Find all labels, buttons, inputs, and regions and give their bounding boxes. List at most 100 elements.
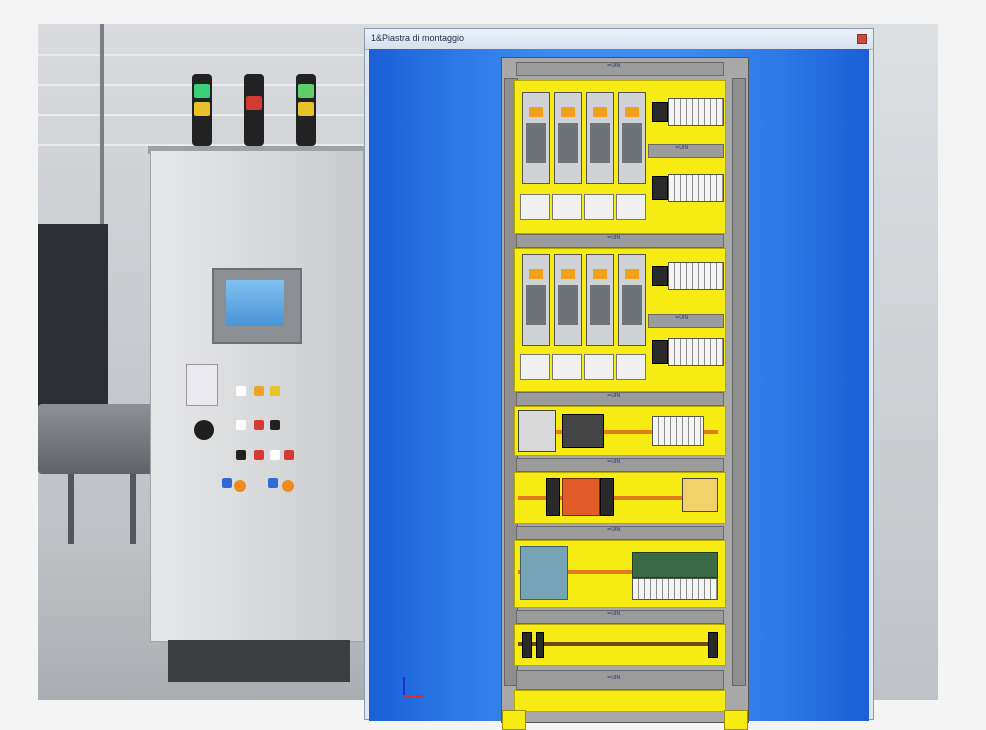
wire-duct: =UIN [516, 458, 724, 472]
duct-label: =UIN [607, 63, 621, 69]
red-beacon-icon [244, 74, 264, 146]
wire-duct: =UIN [516, 392, 724, 406]
end-stop [708, 632, 718, 658]
main-switch[interactable] [518, 410, 556, 452]
duct-label: =UIN [675, 315, 689, 321]
fuse-holder[interactable] [616, 354, 646, 380]
wire-duct: =UIN [516, 526, 724, 540]
fuse-holder[interactable] [520, 354, 550, 380]
contactor[interactable] [652, 340, 668, 364]
window-title: 1&Piastra di montaggio [371, 33, 465, 43]
black-pushbutton-icon [270, 420, 280, 430]
wire-duct: =UIN [516, 62, 724, 76]
black-pushbutton-icon [236, 450, 246, 460]
duct-label: =UIN [607, 235, 621, 241]
inverter-drive[interactable] [522, 92, 550, 184]
control-label-plate [186, 364, 218, 406]
terminal-block[interactable] [652, 416, 704, 446]
beacon-yellow-segment [298, 102, 314, 116]
duct-label: =UIN [607, 393, 621, 399]
electrical-cabinet [150, 150, 364, 642]
end-stop [522, 632, 532, 658]
hmi-screen [226, 280, 284, 326]
plc-io-module[interactable] [632, 552, 718, 578]
red-pushbutton-icon [284, 450, 294, 460]
inverter-drive[interactable] [586, 254, 614, 346]
circuit-breaker[interactable] [600, 478, 614, 516]
inverter-drive[interactable] [618, 92, 646, 184]
y-axis-icon [403, 677, 405, 697]
beacon-green-segment [194, 84, 210, 98]
orange-pushbutton-icon [254, 386, 264, 396]
window-titlebar[interactable]: 1&Piastra di montaggio [365, 29, 873, 50]
inverter-drive[interactable] [554, 92, 582, 184]
white-pushbutton-icon [236, 386, 246, 396]
contactor[interactable] [652, 176, 668, 200]
plate-foot [724, 710, 748, 730]
production-machine [38, 224, 108, 434]
fuse-holder[interactable] [552, 194, 582, 220]
duct-label: =UIN [607, 459, 621, 465]
inverter-drive[interactable] [586, 92, 614, 184]
mounting-plate[interactable]: =UIN =UIN =UIN =UIN =UIN =UIN =UIN =UIN … [501, 57, 749, 730]
fuse-holder[interactable] [520, 194, 550, 220]
conveyor-leg [68, 474, 74, 554]
fuse-holder[interactable] [584, 354, 614, 380]
wire-duct: =UIN [516, 670, 724, 690]
inverter-drive[interactable] [522, 254, 550, 346]
yellow-beacon-icon [296, 74, 316, 146]
contactor[interactable] [652, 102, 668, 122]
orange-mushroom-button-icon [282, 480, 294, 492]
plc-cpu[interactable] [520, 546, 568, 600]
fuse-holder[interactable] [584, 194, 614, 220]
yellow-pushbutton-icon [270, 386, 280, 396]
contactor[interactable] [652, 266, 668, 286]
duct-label: =UIN [607, 527, 621, 533]
selector-knob-icon [194, 420, 214, 440]
duct-label: =UIN [675, 145, 689, 151]
red-pushbutton-icon [254, 420, 264, 430]
wire-duct: =UIN [516, 234, 724, 248]
drawing-canvas[interactable]: =UIN =UIN =UIN =UIN =UIN =UIN =UIN =UIN … [369, 49, 869, 730]
power-supply[interactable] [562, 414, 604, 448]
inverter-drive[interactable] [618, 254, 646, 346]
safety-relay[interactable] [562, 478, 600, 516]
white-pushbutton-icon [270, 450, 280, 460]
cabinet-plinth [168, 640, 350, 682]
beacon-green-segment [298, 84, 314, 98]
close-icon[interactable] [857, 34, 867, 44]
component-zone[interactable] [514, 690, 726, 712]
ceiling-line [38, 54, 368, 56]
duct-label: =UIN [607, 611, 621, 617]
end-stop [536, 632, 544, 658]
conveyor-leg [130, 474, 136, 554]
wire-duct: =UIN [648, 144, 724, 158]
conveyor [38, 404, 168, 474]
red-pushbutton-icon [254, 450, 264, 460]
beacon-yellow-segment [194, 102, 210, 116]
duct-label: =UIN [607, 675, 621, 681]
green-yellow-beacon-icon [192, 74, 212, 146]
terminal-rail [518, 642, 718, 646]
wire-duct: =UIN [648, 314, 724, 328]
circuit-breaker[interactable] [546, 478, 560, 516]
x-axis-icon [403, 695, 423, 697]
fuse-holder[interactable] [616, 194, 646, 220]
terminal-block[interactable] [668, 262, 724, 290]
relay-module[interactable] [682, 478, 718, 512]
terminal-block[interactable] [668, 174, 724, 202]
blue-pushbutton-icon [222, 478, 232, 488]
terminal-block[interactable] [632, 578, 718, 600]
mounting-plate-window[interactable]: 1&Piastra di montaggio =UIN =UIN =UIN =U… [364, 28, 874, 730]
wire-duct: =UIN [516, 610, 724, 624]
fuse-holder[interactable] [552, 354, 582, 380]
terminal-block[interactable] [668, 98, 724, 126]
plate-foot [502, 710, 526, 730]
plate-side-rail [732, 78, 746, 686]
terminal-block[interactable] [668, 338, 724, 366]
white-pushbutton-icon [236, 420, 246, 430]
background-photo-right [874, 24, 938, 700]
blue-pushbutton-icon [268, 478, 278, 488]
orange-mushroom-button-icon [234, 480, 246, 492]
inverter-drive[interactable] [554, 254, 582, 346]
